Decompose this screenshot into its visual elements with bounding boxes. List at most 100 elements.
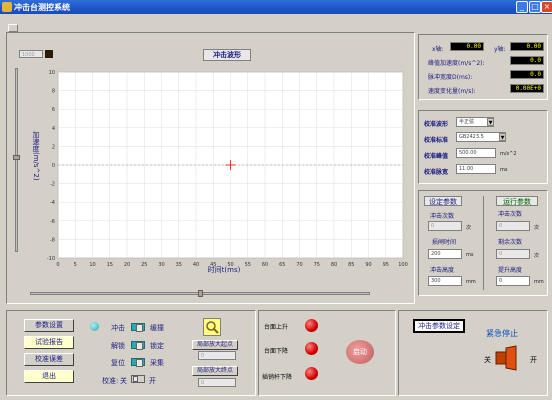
y-tick-label: 8 — [52, 89, 55, 95]
table-down-label: 台面下降 — [264, 348, 289, 355]
zoom-button[interactable] — [203, 318, 221, 336]
window-title: 冲击台测控系统 — [14, 3, 70, 12]
x-tick-label: 85 — [348, 262, 354, 268]
tab-marker — [8, 24, 18, 32]
cal-width-input[interactable]: 11.00 — [456, 164, 496, 174]
pin-down-label: 插销杆下降 — [262, 374, 293, 381]
y-scroll-track[interactable] — [15, 68, 18, 252]
pin-down-led — [305, 367, 318, 380]
set-count-unit: 次 — [466, 225, 472, 231]
chart-color-swatch[interactable] — [45, 50, 53, 58]
cal-peak-unit: m/s^2 — [500, 151, 517, 157]
calib-switch-label: 校准: — [102, 377, 119, 385]
run-count-value: 0 — [496, 221, 530, 231]
set-count-input[interactable]: 0 — [428, 221, 462, 231]
velocity-change-label: 速度变化量(m/s): — [428, 88, 476, 95]
y-tick-label: -8 — [50, 237, 55, 243]
estop-switch[interactable] — [494, 344, 518, 372]
cal-wave-dropdown-icon[interactable]: ▼ — [487, 118, 494, 126]
zoom-start-button[interactable]: 局部放大起点 — [192, 340, 238, 350]
x-readout-label: x轴: — [432, 46, 444, 53]
run-lift-value: 0 — [496, 276, 530, 286]
run-lift-unit: mm — [534, 279, 544, 285]
set-interval-label: 损闸时间 — [432, 239, 457, 246]
set-params-title: 设定参数 — [424, 196, 462, 206]
app-icon — [2, 2, 12, 12]
x-tick-label: 5 — [74, 262, 77, 268]
close-button[interactable]: × — [541, 1, 552, 13]
x-tick-label: 80 — [331, 262, 337, 268]
zoom-end-button[interactable]: 局部放大终点 — [192, 366, 238, 376]
y-readout-label: y轴: — [494, 46, 506, 53]
peak-accel-value: 0.0 — [510, 56, 544, 65]
set-height-input[interactable]: 300 — [428, 276, 462, 286]
y-tick-label: 2 — [52, 144, 55, 150]
run-lift-label: 提升高度 — [498, 267, 523, 274]
y-scroll-thumb[interactable] — [13, 155, 20, 160]
set-height-unit: mm — [466, 279, 476, 285]
y-tick-label: 10 — [49, 70, 55, 76]
y-readout-value: 0.00 — [510, 42, 544, 51]
exit-button[interactable]: 退出 — [24, 370, 74, 383]
run-remain-value: 0 — [496, 249, 530, 259]
run-remain-unit: 次 — [534, 253, 540, 259]
status-indicator-icon — [90, 322, 99, 331]
calib-switch[interactable] — [131, 375, 145, 383]
run-count-unit: 次 — [534, 225, 540, 231]
cal-width-unit: ms — [500, 167, 508, 173]
x-tick-label: 20 — [124, 262, 130, 268]
reset-acquire-toggle[interactable] — [131, 358, 145, 367]
params-divider — [483, 196, 484, 290]
calib-switch-off-label: 关 — [120, 377, 127, 385]
x-tick-label: 25 — [141, 262, 147, 268]
velocity-change-value: 0.00E+0 — [510, 84, 544, 93]
toggle-3-right-label: 采集 — [150, 359, 164, 367]
start-button[interactable]: 启动 — [346, 340, 374, 364]
cal-peak-input[interactable]: 500.00 — [456, 148, 496, 158]
calibration-error-button[interactable]: 校准误差 — [24, 353, 74, 366]
y-tick-label: -10 — [47, 256, 55, 262]
impact-params-button[interactable]: 冲击参数设定 — [413, 319, 465, 333]
y-tick-label: -6 — [50, 219, 55, 225]
x-tick-label: 10 — [89, 262, 95, 268]
pulse-width-label: 脉冲宽度D(ms): — [428, 74, 473, 81]
x-readout-value: 0.00 — [450, 42, 484, 51]
minimize-button[interactable]: _ — [516, 1, 528, 13]
x-tick-label: 65 — [279, 262, 285, 268]
x-tick-label: 70 — [296, 262, 302, 268]
maximize-button[interactable]: □ — [529, 1, 541, 13]
set-height-label: 冲击高度 — [430, 267, 455, 274]
calib-switch-on-label: 开 — [149, 377, 156, 385]
run-count-label: 冲击次数 — [498, 211, 523, 218]
peak-accel-label: 峰值加速度(m/s^2): — [428, 60, 485, 67]
x-tick-label: 95 — [383, 262, 389, 268]
chart-top-input[interactable]: 1000 — [19, 50, 43, 58]
chart-title: 冲击波形 — [203, 49, 251, 61]
set-count-label: 冲击次数 — [430, 213, 455, 220]
cal-std-label: 校准标准 — [424, 137, 449, 144]
y-tick-label: 0 — [52, 163, 55, 169]
magnifier-icon — [206, 321, 219, 334]
lock-toggle[interactable] — [131, 341, 145, 350]
cal-peak-label: 校准峰值 — [424, 153, 449, 160]
toggle-2-right-label: 锁定 — [150, 342, 164, 350]
zoom-end-input[interactable]: 0 — [198, 378, 236, 387]
toggle-2-left-label: 解锁 — [111, 342, 125, 350]
x-tick-label: 0 — [56, 262, 59, 268]
run-params-title: 运行参数 — [496, 196, 538, 206]
param-settings-button[interactable]: 参数设置 — [24, 319, 74, 332]
y-tick-label: 6 — [52, 107, 55, 113]
estop-off-label: 关 — [484, 356, 491, 364]
y-tick-label: -2 — [50, 182, 55, 188]
test-report-button[interactable]: 试验报告 — [24, 336, 74, 349]
chart-plot[interactable]: 1086420-2-4-6-8-10 0 5 10 15 20 25 30 35 40 45 50 5… — [38, 64, 412, 282]
toggle-3-left-label: 复位 — [111, 359, 125, 367]
set-interval-input[interactable]: 200 — [428, 249, 462, 259]
x-scroll-thumb[interactable] — [198, 290, 203, 297]
set-interval-unit: ms — [466, 252, 474, 258]
cal-std-dropdown-icon[interactable]: ▼ — [499, 133, 506, 141]
x-tick-label: 90 — [365, 262, 371, 268]
zoom-start-input[interactable]: 0 — [198, 351, 236, 360]
impact-mode-toggle[interactable] — [131, 323, 145, 332]
estop-switch-icon — [495, 345, 517, 371]
